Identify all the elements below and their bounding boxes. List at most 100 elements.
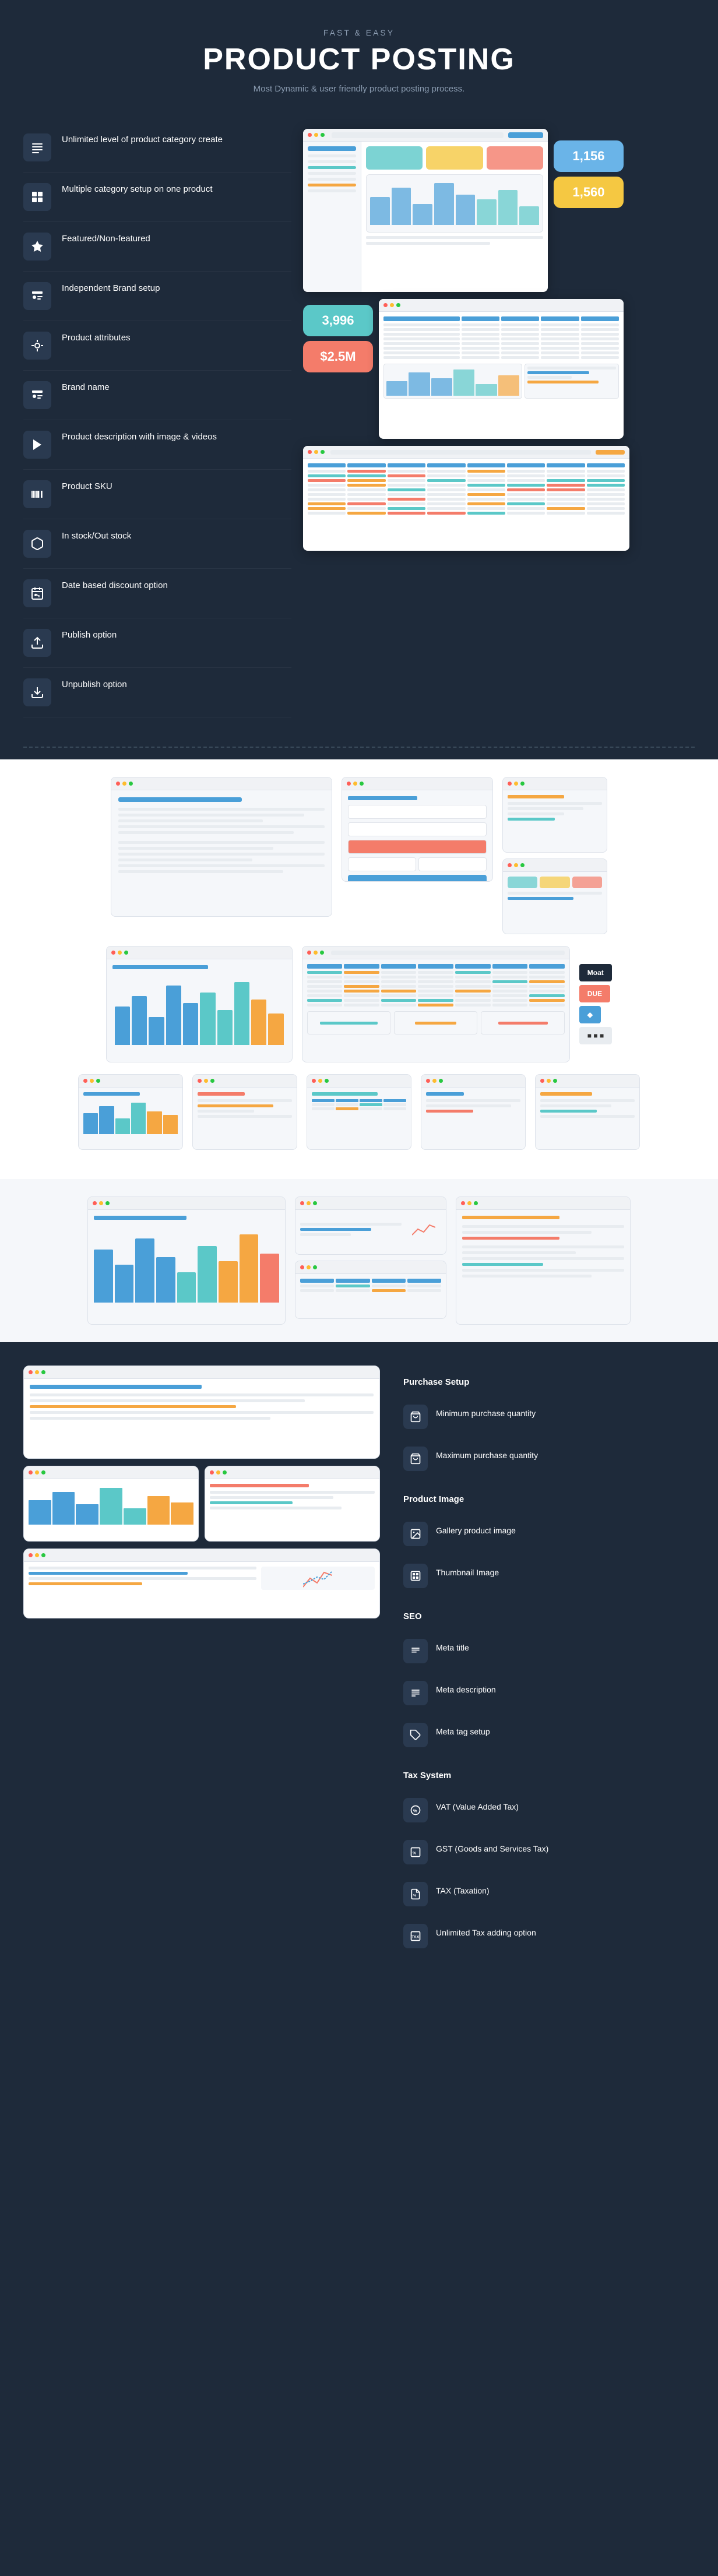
feature-icon-publish — [23, 629, 51, 657]
svg-text:%: % — [413, 1894, 417, 1898]
feature-label-2: Featured/Non-featured — [62, 233, 150, 245]
features-section: Unlimited level of product category crea… — [0, 117, 718, 735]
tax-vat-label: VAT (Value Added Tax) — [436, 1798, 519, 1813]
seo-meta-tag-icon — [403, 1723, 428, 1747]
gallery-screen-6 — [192, 1074, 297, 1150]
feature-item-brand-setup: Independent Brand setup — [23, 272, 291, 321]
product-image-gallery-icon — [403, 1522, 428, 1546]
svg-text:%: % — [413, 1808, 417, 1813]
gallery-screens-col — [502, 777, 607, 934]
tax-taxation: % TAX (Taxation) — [403, 1876, 695, 1912]
feature-label-11: Unpublish option — [62, 678, 127, 691]
stacked-screens-col — [295, 1196, 446, 1325]
bottom-screen-4 — [23, 1549, 380, 1618]
feature-label-10: Publish option — [62, 629, 117, 641]
gallery-screen-8 — [421, 1074, 526, 1150]
gallery-section: Moat DUE ◆ ■ ■ ■ — [0, 759, 718, 1179]
gallery-screen-3 — [502, 777, 607, 853]
tax-gst: % GST (Goods and Services Tax) — [403, 1834, 695, 1870]
float-cards-col: 1,156 1,560 — [554, 140, 624, 208]
screenshot-row-2: 3,996 $2.5M — [303, 299, 695, 439]
product-image-thumbnail-icon — [403, 1564, 428, 1588]
seo-meta-tag: Meta tag setup — [403, 1717, 695, 1753]
feature-label-5: Brand name — [62, 381, 110, 393]
product-image-thumbnail: Thumbnail Image — [403, 1558, 695, 1594]
bottom-left-screens — [23, 1366, 380, 1954]
tax-taxation-label: TAX (Taxation) — [436, 1882, 490, 1897]
feature-icon-star — [23, 233, 51, 261]
purchase-setup-min: Minimum purchase quantity — [403, 1399, 695, 1435]
feature-item-sku: Product SKU — [23, 470, 291, 519]
purchase-setup-min-label: Minimum purchase quantity — [436, 1405, 536, 1420]
gallery-screen-7 — [307, 1074, 411, 1150]
hero-section: FAST & EASY PRODUCT POSTING Most Dynamic… — [0, 0, 718, 94]
purchase-setup-max-label: Maximum purchase quantity — [436, 1447, 538, 1462]
purchase-setup-min-icon — [403, 1405, 428, 1429]
gallery-row-3 — [17, 1074, 701, 1150]
bar-chart-screen — [106, 946, 293, 1062]
bottom-screen-3 — [205, 1466, 380, 1542]
bottom-screens-stack — [23, 1366, 380, 1618]
purchase-setup-max: Maximum purchase quantity — [403, 1441, 695, 1477]
feature-item-description: Product description with image & videos — [23, 420, 291, 470]
seo-meta-tag-label: Meta tag setup — [436, 1723, 490, 1738]
seo-meta-description-icon — [403, 1681, 428, 1705]
wide-table-screen — [303, 446, 629, 551]
gallery-row-2: Moat DUE ◆ ■ ■ ■ — [17, 946, 701, 1062]
tax-unlimited-label: Unlimited Tax adding option — [436, 1924, 536, 1939]
brand-logos-col: Moat DUE ◆ ■ ■ ■ — [579, 946, 612, 1062]
feature-item-date-discount: Date based discount option — [23, 569, 291, 618]
tax-vat: % VAT (Value Added Tax) — [403, 1792, 695, 1828]
bottom-right-info: Purchase Setup Minimum purchase quantity — [403, 1366, 695, 1954]
product-image-gallery: Gallery product image — [403, 1516, 695, 1552]
feature-item-brand-name: Brand name — [23, 371, 291, 420]
seo-meta-description-label: Meta description — [436, 1681, 496, 1696]
float-cards-col-2: 3,996 $2.5M — [303, 305, 373, 372]
feature-item-multiple-category: Multiple category setup on one product — [23, 173, 291, 222]
feature-item-unpublish: Unpublish option — [23, 668, 291, 717]
stat-card-yellow: 1,560 — [554, 177, 624, 208]
bottom-screens-row — [23, 1466, 380, 1542]
seo-meta-title-icon — [403, 1639, 428, 1663]
feature-icon-description — [23, 431, 51, 459]
feature-item-featured: Featured/Non-featured — [23, 222, 291, 272]
tax-gst-icon: % — [403, 1840, 428, 1864]
product-image-title: Product Image — [403, 1494, 695, 1504]
feature-icon-brand-setup — [23, 282, 51, 310]
screenshot-row-1: 1,156 1,560 — [303, 129, 695, 292]
feature-item-attributes: Product attributes — [23, 321, 291, 371]
feature-icon-multi-cat — [23, 183, 51, 211]
feature-icon-unpublish — [23, 678, 51, 706]
feature-icon-brand-name — [23, 381, 51, 409]
feature-item-unlimited-category: Unlimited level of product category crea… — [23, 123, 291, 173]
table-screen — [379, 299, 624, 439]
stacked-screen-2 — [295, 1261, 446, 1319]
hero-description: Most Dynamic & user friendly product pos… — [12, 84, 706, 94]
product-image-gallery-label: Gallery product image — [436, 1522, 516, 1537]
feature-icon-date-discount — [23, 579, 51, 607]
chart-screen-3 — [456, 1196, 631, 1325]
stat-card-coral: $2.5M — [303, 341, 373, 372]
feature-label-6: Product description with image & videos — [62, 431, 217, 443]
stat-card-blue: 1,156 — [554, 140, 624, 172]
brand-extra: ◆ — [579, 1006, 601, 1023]
seo-meta-title-label: Meta title — [436, 1639, 469, 1654]
divider-area — [0, 735, 718, 759]
feature-label-3: Independent Brand setup — [62, 282, 160, 294]
chart-screens-row — [17, 1196, 701, 1325]
gallery-screen-5 — [78, 1074, 183, 1150]
bottom-screen-1 — [23, 1366, 380, 1459]
stacked-screen-1 — [295, 1196, 446, 1255]
feature-label-7: Product SKU — [62, 480, 112, 492]
bottom-info-section: Purchase Setup Minimum purchase quantity — [0, 1342, 718, 1977]
tax-taxation-icon: % — [403, 1882, 428, 1906]
features-list: Unlimited level of product category crea… — [23, 123, 291, 717]
feature-icon-stock — [23, 530, 51, 558]
purchase-setup-title: Purchase Setup — [403, 1377, 695, 1387]
screenshot-row-3 — [303, 446, 695, 551]
gallery-screen-2 — [342, 777, 493, 882]
hero-screenshots: 1,156 1,560 3,996 $2.5M — [303, 123, 695, 717]
main-dashboard-screen — [303, 129, 548, 292]
gallery-row-1 — [17, 777, 701, 934]
feature-label-1: Multiple category setup on one product — [62, 183, 213, 195]
